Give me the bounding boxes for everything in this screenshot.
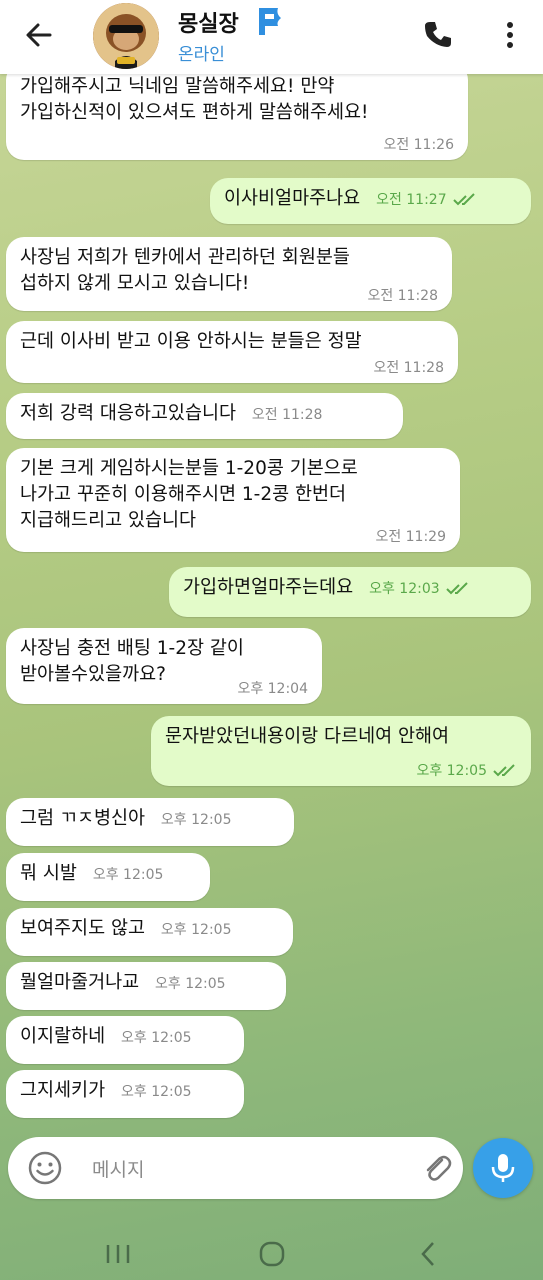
message-time: 오후 12:05	[121, 1084, 192, 1100]
message-time: 오후 12:05	[160, 812, 232, 828]
message-time: 오전 11:27	[376, 189, 477, 209]
message-bubble[interactable]: 이사비얼마주나요 오전 11:27	[210, 178, 531, 224]
phone-icon[interactable]	[422, 18, 454, 50]
back-arrow-icon[interactable]	[22, 18, 56, 52]
message-bubble[interactable]: 이지랄하네 오후 12:05	[6, 1016, 244, 1064]
chat-header: 몽실장 온라인	[0, 0, 543, 74]
attach-icon[interactable]	[420, 1151, 454, 1185]
message-text: 가입해주시고 닉네임 말씀해주세요! 만약 가입하신적이 있으셔도 편하게 말씀…	[20, 76, 369, 123]
message-time: 오후 12:04	[237, 681, 308, 697]
message-bubble[interactable]: 근데 이사비 받고 이용 안하시는 분들은 정말 오전 11:28	[6, 321, 458, 383]
message-text: 문자받았던내용이랑 다르네여 안해여	[165, 726, 450, 747]
more-vertical-icon[interactable]	[500, 18, 520, 52]
message-text: 뭘얼마줄거나교	[20, 972, 140, 993]
message-bubble[interactable]: 뭐 시발 오후 12:05	[6, 853, 210, 901]
message-bubble[interactable]: 보여주지도 않고 오후 12:05	[6, 908, 293, 956]
message-time: 오후 12:05	[160, 922, 232, 938]
message-bubble[interactable]: 문자받았던내용이랑 다르네여 안해여 오후 12:05	[151, 716, 531, 786]
message-time: 오후 12:05	[155, 976, 226, 992]
message-time: 오전 11:28	[251, 407, 323, 423]
read-ticks-icon	[445, 582, 468, 595]
premium-flag-icon	[254, 4, 290, 38]
message-text: 이사비얼마주나요	[224, 188, 361, 209]
nav-back-icon[interactable]	[418, 1241, 438, 1271]
message-bubble[interactable]: 저희 강력 대응하고있습니다 오전 11:28	[6, 393, 403, 439]
message-bubble[interactable]: 그지세키가 오후 12:05	[6, 1070, 244, 1118]
message-time: 오후 12:05	[92, 867, 164, 883]
message-composer[interactable]: 메시지	[8, 1137, 463, 1199]
emoji-icon[interactable]	[27, 1150, 63, 1186]
message-text: 가입하면얼마주는데요	[183, 577, 354, 598]
message-text: 보여주지도 않고	[20, 918, 146, 939]
message-text: 근데 이사비 받고 이용 안하시는 분들은 정말	[20, 331, 362, 352]
message-text: 이지랄하네	[20, 1026, 106, 1047]
chat-title[interactable]: 몽실장	[178, 6, 239, 38]
message-time: 오후 12:03	[369, 578, 470, 598]
message-bubble[interactable]: 가입하면얼마주는데요 오후 12:03	[169, 567, 531, 617]
message-time: 오전 11:28	[373, 360, 444, 376]
avatar[interactable]	[93, 3, 159, 69]
message-time: 오전 11:29	[375, 529, 446, 545]
nav-home-icon[interactable]	[258, 1241, 286, 1271]
read-ticks-icon	[493, 764, 515, 777]
read-ticks-icon	[452, 193, 475, 206]
message-time: 오전 11:28	[367, 288, 438, 304]
mic-button[interactable]	[473, 1138, 533, 1198]
nav-recent-icon[interactable]	[104, 1243, 132, 1269]
message-bubble[interactable]: 사장님 충전 배팅 1-2장 같이 받아볼수있을까요? 오후 12:04	[6, 628, 322, 704]
message-time: 오후 12:05	[121, 1030, 192, 1046]
message-bubble[interactable]: 기본 크게 게임하시는분들 1-20콩 기본으로 나가고 꾸준히 이용해주시면 …	[6, 448, 460, 552]
message-bubble[interactable]: 가입해주시고 닉네임 말씀해주세요! 만약 가입하신적이 있으셔도 편하게 말씀…	[6, 62, 468, 160]
message-text: 기본 크게 게임하시는분들 1-20콩 기본으로 나가고 꾸준히 이용해주시면 …	[20, 458, 358, 531]
message-bubble[interactable]: 뭘얼마줄거나교 오후 12:05	[6, 962, 286, 1010]
system-nav-bar	[0, 1212, 543, 1280]
message-text: 뭐 시발	[20, 863, 77, 884]
message-bubble[interactable]: 사장님 저희가 텐카에서 관리하던 회원분들 섭하지 않게 모시고 있습니다! …	[6, 237, 452, 311]
mic-icon	[491, 1154, 515, 1182]
online-status: 온라인	[178, 45, 225, 65]
message-text: 저희 강력 대응하고있습니다	[20, 403, 237, 424]
message-input[interactable]: 메시지	[92, 1155, 144, 1182]
message-time: 오후 12:05	[416, 760, 517, 780]
message-text: 그럼 ㄲㅈ병신아	[20, 808, 146, 829]
message-text: 그지세키가	[20, 1080, 106, 1101]
message-time: 오전 11:26	[383, 137, 454, 153]
message-bubble[interactable]: 그럼 ㄲㅈ병신아 오후 12:05	[6, 798, 294, 846]
